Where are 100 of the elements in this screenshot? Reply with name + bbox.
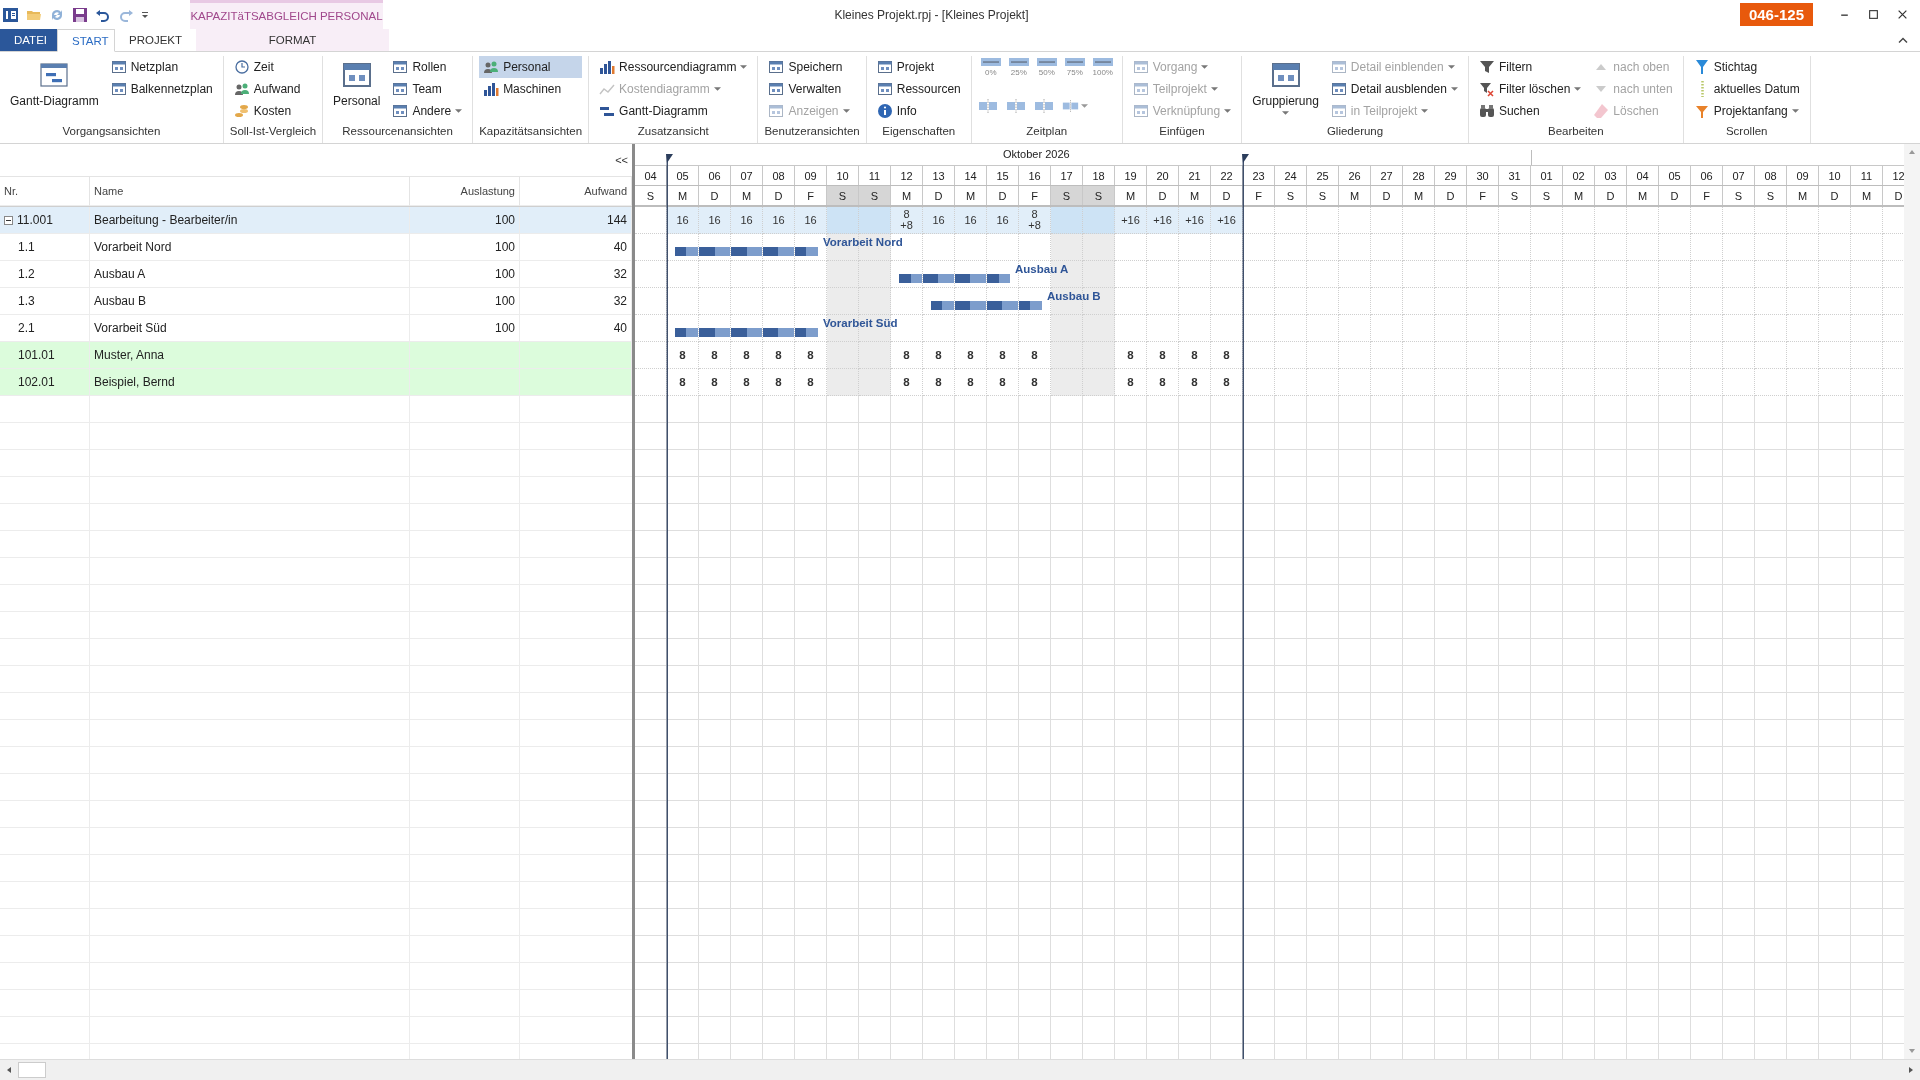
month-label: Oktober 2026 bbox=[1003, 148, 1070, 160]
bar-segment[interactable] bbox=[731, 328, 762, 337]
day-number: 02 bbox=[1563, 166, 1595, 185]
collapse-toggle-icon[interactable] bbox=[4, 215, 13, 225]
column-header[interactable]: Name bbox=[90, 177, 410, 206]
bar-segment[interactable] bbox=[899, 274, 922, 283]
ribbon-button[interactable]: Gantt-Diagramm bbox=[595, 100, 752, 122]
percent-complete-button[interactable]: 0% bbox=[977, 56, 1004, 89]
timeline-cell bbox=[1755, 288, 1787, 315]
ribbon-button[interactable]: Info bbox=[872, 100, 965, 122]
day-number: 31 bbox=[1499, 166, 1531, 185]
ribbon-button[interactable]: Projektanfang bbox=[1689, 100, 1804, 122]
ribbon-button[interactable]: Suchen bbox=[1474, 100, 1586, 122]
bar-segment[interactable] bbox=[675, 328, 698, 337]
percent-complete-button[interactable]: 50% bbox=[1033, 56, 1060, 89]
day-number: 12 bbox=[891, 166, 923, 185]
ribbon-button[interactable]: Gantt-Diagramm bbox=[6, 56, 103, 122]
day-number: 13 bbox=[923, 166, 955, 185]
caret-icon[interactable] bbox=[141, 10, 149, 19]
ribbon-button[interactable]: Personal bbox=[329, 56, 385, 122]
ribbon-button[interactable]: Filter löschen bbox=[1474, 78, 1586, 100]
ribbon-tab[interactable]: START bbox=[57, 29, 115, 52]
bar-segment[interactable] bbox=[955, 301, 986, 310]
bar-segment[interactable] bbox=[931, 301, 954, 310]
ribbon-button[interactable]: Zeit bbox=[229, 56, 317, 78]
bar-segment[interactable] bbox=[675, 247, 698, 256]
ribbon-button[interactable]: Stichtag bbox=[1689, 56, 1804, 78]
timeline-cell bbox=[1435, 234, 1467, 261]
horizontal-scrollbar[interactable] bbox=[0, 1059, 1920, 1080]
ribbon-button[interactable]: Balkennetzplan bbox=[106, 78, 217, 100]
percent-complete-button[interactable]: 25% bbox=[1005, 56, 1032, 89]
hours-cell bbox=[1691, 369, 1723, 396]
hours-cell: 8 bbox=[699, 369, 731, 396]
save-icon[interactable] bbox=[72, 6, 88, 23]
bar-segment[interactable] bbox=[699, 247, 730, 256]
ribbon-tab[interactable]: PROJEKT bbox=[115, 29, 197, 51]
timeline-cell bbox=[859, 288, 891, 315]
hours-cell bbox=[1755, 342, 1787, 369]
weekday-label: S bbox=[1755, 186, 1787, 205]
day-number: 28 bbox=[1403, 166, 1435, 185]
ribbon-button[interactable]: Projekt bbox=[872, 56, 965, 78]
column-header[interactable]: Auslastung bbox=[410, 177, 520, 206]
day-number: 30 bbox=[1467, 166, 1499, 185]
timeline-cell bbox=[1115, 234, 1147, 261]
timeline-cell bbox=[1403, 261, 1435, 288]
ribbon-button[interactable]: Personal bbox=[479, 56, 583, 78]
ribbon-button[interactable]: Ressourcen bbox=[872, 78, 965, 100]
bar-segment[interactable] bbox=[795, 328, 818, 337]
percent-complete-button[interactable]: 75% bbox=[1061, 56, 1088, 89]
timeline-cell bbox=[1179, 315, 1211, 342]
scrollbar-thumb[interactable] bbox=[18, 1062, 46, 1078]
bar-segment[interactable] bbox=[987, 301, 1018, 310]
timeline-cell bbox=[1627, 234, 1659, 261]
split-bar-icon bbox=[977, 98, 998, 113]
ribbon-button[interactable]: Netzplan bbox=[106, 56, 217, 78]
split-bar-icon bbox=[1033, 98, 1054, 113]
ribbon-tab[interactable]: FORMAT bbox=[196, 29, 390, 51]
timeline-cell bbox=[1531, 234, 1563, 261]
ribbon-button[interactable]: aktuelles Datum bbox=[1689, 78, 1804, 100]
weekday-label: M bbox=[1563, 186, 1595, 205]
close-icon[interactable] bbox=[1897, 9, 1908, 20]
maximize-icon[interactable] bbox=[1868, 9, 1879, 20]
table-icon bbox=[392, 103, 409, 119]
timeline-cell bbox=[1179, 288, 1211, 315]
hours-cell bbox=[1627, 369, 1659, 396]
ribbon-button[interactable]: Verwalten bbox=[764, 78, 860, 100]
bar-segment[interactable] bbox=[795, 247, 818, 256]
ribbon-button[interactable]: Ressourcendiagramm bbox=[595, 56, 752, 78]
hours-cell bbox=[1435, 369, 1467, 396]
timeline-cell bbox=[1659, 261, 1691, 288]
column-header[interactable]: Nr. bbox=[0, 177, 90, 206]
bar-segment[interactable] bbox=[763, 328, 794, 337]
bar-segment[interactable] bbox=[731, 247, 762, 256]
bar-segment[interactable] bbox=[955, 274, 986, 283]
ribbon-button[interactable]: Kosten bbox=[229, 100, 317, 122]
ribbon-button[interactable]: Speichern bbox=[764, 56, 860, 78]
ribbon-button[interactable]: Gruppierung bbox=[1248, 56, 1323, 122]
timeline-cell bbox=[1403, 288, 1435, 315]
collapse-ribbon-icon[interactable] bbox=[1898, 36, 1908, 44]
collapse-button[interactable]: << bbox=[611, 154, 632, 166]
context-group-label: KAPAZITäTSABGLEICH PERSONAL bbox=[190, 10, 383, 22]
bar-segment[interactable] bbox=[923, 274, 954, 283]
percent-complete-button[interactable]: 100% bbox=[1089, 56, 1116, 89]
bar-segment[interactable] bbox=[987, 274, 1010, 283]
ribbon-button[interactable]: Detail ausblenden bbox=[1326, 78, 1462, 100]
timeline-cell bbox=[1755, 315, 1787, 342]
ribbon-button[interactable]: Rollen bbox=[388, 56, 467, 78]
weekday-label: D bbox=[1819, 186, 1851, 205]
people-icon bbox=[483, 59, 500, 75]
vertical-scrollbar[interactable] bbox=[1904, 144, 1920, 1059]
ribbon-button[interactable]: Maschinen bbox=[479, 78, 583, 100]
ribbon-tab[interactable]: DATEI bbox=[0, 29, 57, 51]
ribbon-button[interactable]: Andere bbox=[388, 100, 467, 122]
bar-segment[interactable] bbox=[699, 328, 730, 337]
bar-segment[interactable] bbox=[1019, 301, 1042, 310]
ribbon-button[interactable]: Aufwand bbox=[229, 78, 317, 100]
bar-segment[interactable] bbox=[763, 247, 794, 256]
ribbon-button[interactable]: Team bbox=[388, 78, 467, 100]
app-logo-icon[interactable] bbox=[3, 6, 19, 23]
ribbon-button[interactable]: Filtern bbox=[1474, 56, 1586, 78]
